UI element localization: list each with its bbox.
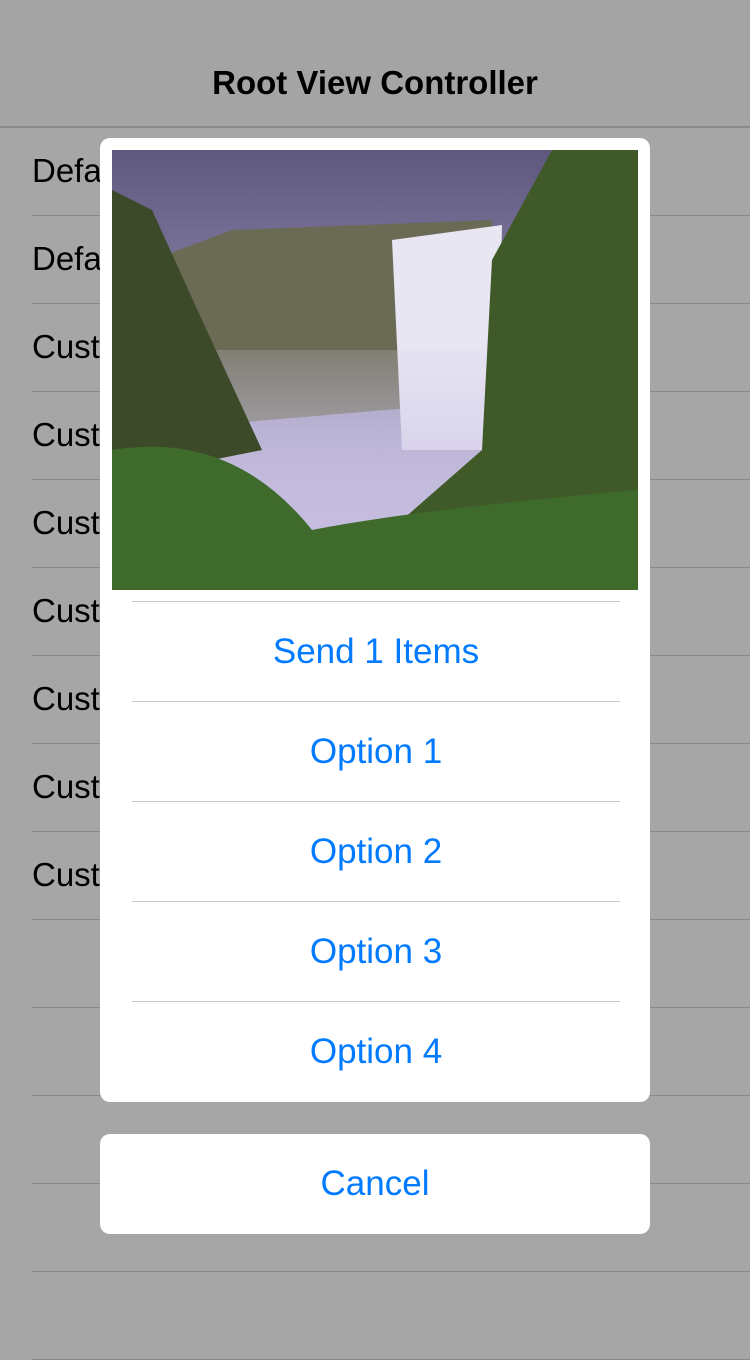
waterfall-photo <box>112 150 638 590</box>
row-label: Cust <box>32 768 100 805</box>
row-label: Cust <box>32 680 100 717</box>
option-3-button[interactable]: Option 3 <box>132 901 620 1001</box>
row-label: Cust <box>32 592 100 629</box>
option-4-button[interactable]: Option 4 <box>132 1001 620 1101</box>
action-sheet: Send 1 Items Option 1 Option 2 Option 3 Opti… <box>100 138 650 1102</box>
cancel-button[interactable]: Cancel <box>100 1134 650 1234</box>
option-1-button[interactable]: Option 1 <box>132 701 620 801</box>
navigation-bar: Root View Controller <box>0 0 750 128</box>
send-items-button[interactable]: Send 1 Items <box>132 601 620 701</box>
row-label: Cust <box>32 328 100 365</box>
row-label: Cust <box>32 416 100 453</box>
row-label: Defa <box>32 240 102 277</box>
row-label: Defa <box>32 152 102 189</box>
table-row[interactable] <box>32 1272 750 1360</box>
row-label: Cust <box>32 856 100 893</box>
nav-title: Root View Controller <box>212 64 538 101</box>
option-2-button[interactable]: Option 2 <box>132 801 620 901</box>
row-label: Cust <box>32 504 100 541</box>
